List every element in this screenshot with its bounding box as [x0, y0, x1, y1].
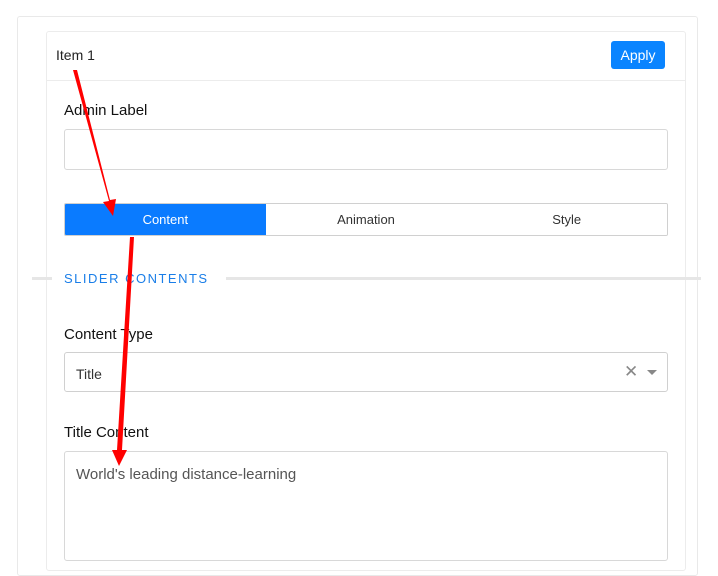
apply-button[interactable]: Apply: [611, 41, 665, 69]
close-icon[interactable]: ✕: [624, 363, 638, 380]
title-content-value: World's leading distance-learning: [76, 466, 297, 483]
tab-style[interactable]: Style: [466, 204, 667, 235]
title-content-textarea[interactable]: World's leading distance-learning: [64, 451, 668, 561]
section-divider-left: [32, 277, 52, 280]
title-content-label: Title Content: [64, 424, 149, 441]
tab-bar: Content Animation Style: [64, 203, 668, 236]
tab-content[interactable]: Content: [65, 204, 266, 235]
section-title: SLIDER CONTENTS: [64, 271, 209, 286]
admin-label-title: Admin Label: [64, 102, 148, 119]
content-type-value: Title: [76, 366, 102, 382]
section-divider-right: [226, 277, 701, 280]
item-title: Item 1: [56, 47, 95, 63]
panel-header: [46, 31, 686, 81]
tab-animation[interactable]: Animation: [265, 204, 467, 235]
content-type-label: Content Type: [64, 326, 153, 343]
caret-down-icon[interactable]: [647, 370, 657, 375]
admin-label-input[interactable]: [64, 129, 668, 170]
content-type-select[interactable]: Title ✕: [64, 352, 668, 392]
